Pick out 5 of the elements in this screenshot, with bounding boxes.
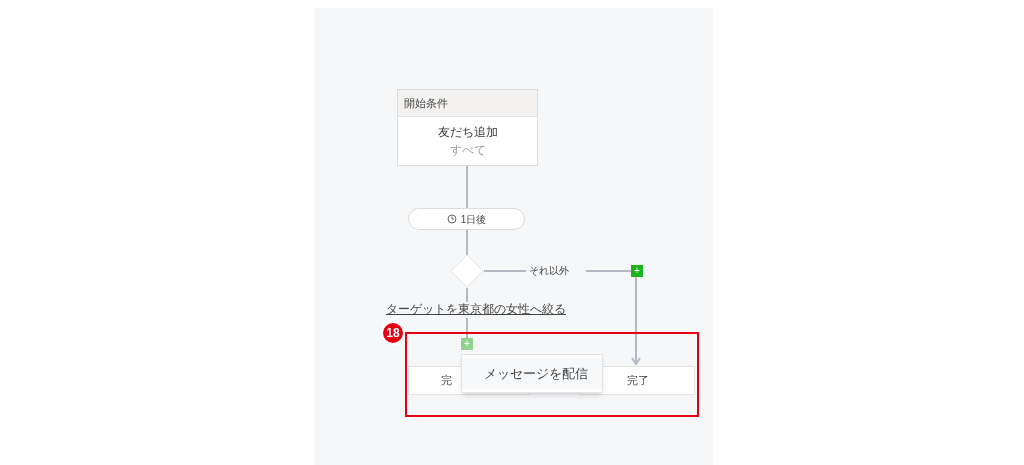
node-subtitle: すべて (449, 142, 486, 159)
node-header: 開始条件 (398, 90, 537, 117)
node-title: 友だち追加 (437, 124, 498, 141)
else-label: それ以外 (529, 264, 569, 278)
delay-label: 1日後 (460, 212, 487, 227)
